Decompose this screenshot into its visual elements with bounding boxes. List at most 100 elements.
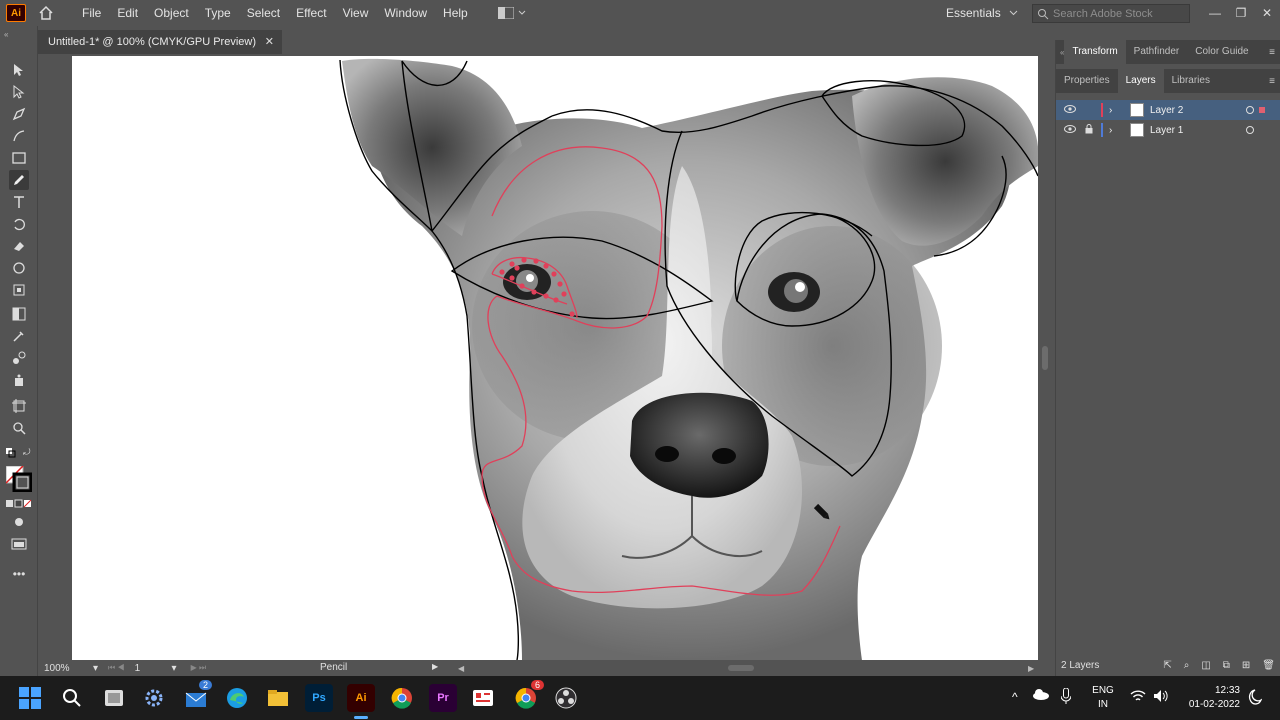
clipping-mask-icon[interactable]: ◫ — [1201, 660, 1210, 671]
pencil-tool-icon[interactable] — [9, 170, 29, 190]
menu-object[interactable]: Object — [146, 0, 197, 26]
locate-object-icon[interactable]: ⌕ — [1184, 660, 1190, 671]
file-explorer-icon[interactable] — [264, 684, 292, 712]
menu-help[interactable]: Help — [435, 0, 476, 26]
visibility-eye-icon[interactable] — [1064, 124, 1076, 136]
status-menu-arrow-icon[interactable]: ▶ — [432, 662, 438, 671]
default-fill-stroke-icon[interactable] — [6, 447, 16, 458]
eyedropper-tool-icon[interactable] — [9, 326, 29, 346]
microphone-icon[interactable] — [1060, 687, 1072, 707]
export-icon[interactable]: ⇱ — [1163, 660, 1171, 671]
vertical-scroll-thumb[interactable] — [1042, 346, 1048, 370]
rectangle-tool-icon[interactable] — [9, 148, 29, 168]
photoshop-app-icon[interactable]: Ps — [305, 684, 333, 712]
layer-name[interactable]: Layer 2 — [1150, 105, 1183, 116]
artboard-nav-icons[interactable]: ⏮ ◀ — [108, 663, 125, 673]
zoom-dropdown[interactable]: 100% ▾ — [44, 663, 98, 674]
symbol-sprayer-tool-icon[interactable] — [9, 370, 29, 390]
task-view-icon[interactable] — [100, 684, 128, 712]
curvature-tool-icon[interactable] — [9, 126, 29, 146]
wifi-icon[interactable] — [1130, 690, 1146, 705]
new-layer-icon[interactable]: ⊞ — [1242, 660, 1250, 671]
warp-tool-icon[interactable] — [9, 258, 29, 278]
document-tab[interactable]: Untitled-1* @ 100% (CMYK/GPU Preview) ✕ — [38, 30, 282, 54]
expand-layer-icon[interactable]: › — [1109, 105, 1112, 116]
menu-edit[interactable]: Edit — [109, 0, 146, 26]
horizontal-scrollbar[interactable]: ◀ ▶ — [458, 663, 1038, 673]
collapse-toolbar-icon[interactable]: « — [4, 30, 8, 39]
rotate-tool-icon[interactable] — [9, 214, 29, 234]
menu-view[interactable]: View — [335, 0, 377, 26]
new-sublayer-icon[interactable]: ⧉ — [1223, 660, 1230, 671]
menu-window[interactable]: Window — [376, 0, 435, 26]
windows-start-icon[interactable] — [16, 684, 44, 712]
premiere-app-icon[interactable]: Pr — [429, 684, 457, 712]
screen-mode-icon[interactable] — [9, 534, 29, 554]
panel-menu-icon[interactable]: ≡ — [1269, 47, 1275, 58]
blend-tool-icon[interactable] — [9, 348, 29, 368]
tab-layers[interactable]: Layers — [1117, 69, 1164, 93]
drawing-modes-icon[interactable] — [9, 512, 29, 532]
tab-transform[interactable]: Transform — [1064, 40, 1126, 64]
minimize-button[interactable]: — — [1202, 0, 1228, 26]
menu-select[interactable]: Select — [239, 0, 288, 26]
canvas-area[interactable] — [38, 56, 1050, 660]
gradient-tool-icon[interactable] — [9, 304, 29, 324]
illustrator-app-icon[interactable]: Ai — [347, 684, 375, 712]
zoom-tool-icon[interactable] — [9, 418, 29, 438]
menu-effect[interactable]: Effect — [288, 0, 334, 26]
direct-selection-tool-icon[interactable] — [9, 82, 29, 102]
layer-row[interactable]: › Layer 1 — [1056, 120, 1280, 140]
type-tool-icon[interactable] — [9, 192, 29, 212]
system-clock[interactable]: 12:33 01-02-2022 — [1182, 684, 1240, 712]
show-hidden-icons-icon[interactable]: ^ — [1012, 690, 1018, 704]
onedrive-icon[interactable] — [1032, 688, 1050, 703]
menu-file[interactable]: File — [74, 0, 109, 26]
vertical-scrollbar[interactable] — [1040, 56, 1050, 660]
home-icon[interactable] — [36, 3, 56, 23]
selection-tool-icon[interactable] — [9, 60, 29, 80]
tab-libraries[interactable]: Libraries — [1164, 69, 1218, 93]
tab-pathfinder[interactable]: Pathfinder — [1126, 40, 1188, 64]
eraser-tool-icon[interactable] — [9, 236, 29, 256]
layer-target-icon[interactable] — [1246, 126, 1254, 134]
input-language[interactable]: ENG IN — [1090, 684, 1116, 712]
layer-name[interactable]: Layer 1 — [1150, 125, 1183, 136]
stock-search[interactable] — [1032, 4, 1190, 23]
tab-color-guide[interactable]: Color Guide — [1187, 40, 1256, 64]
pen-tool-icon[interactable] — [9, 104, 29, 124]
volume-icon[interactable] — [1153, 689, 1169, 706]
restore-button[interactable]: ❐ — [1228, 0, 1254, 26]
chrome-browser-icon[interactable] — [388, 684, 416, 712]
panel-menu-icon[interactable]: ≡ — [1269, 76, 1275, 87]
arrange-documents-icon[interactable] — [497, 7, 526, 19]
search-icon[interactable] — [58, 684, 86, 712]
lock-icon[interactable] — [1085, 123, 1093, 137]
layer-row[interactable]: › Layer 2 — [1056, 100, 1280, 120]
mail-icon[interactable]: 2 — [182, 680, 212, 712]
artboard[interactable] — [72, 56, 1038, 660]
more-tools-icon[interactable]: ••• — [9, 564, 29, 584]
obs-app-icon[interactable] — [552, 684, 580, 712]
delete-layer-icon[interactable]: 🗑 — [1262, 660, 1275, 671]
free-transform-tool-icon[interactable] — [9, 280, 29, 300]
close-window-button[interactable]: ✕ — [1254, 0, 1280, 26]
fill-stroke-swatch[interactable] — [5, 465, 33, 493]
close-document-icon[interactable]: ✕ — [265, 35, 274, 48]
tab-properties[interactable]: Properties — [1056, 69, 1118, 93]
menu-type[interactable]: Type — [197, 0, 239, 26]
recorder-app-icon[interactable] — [469, 684, 497, 712]
artboard-tool-icon[interactable] — [9, 396, 29, 416]
color-mode-icons[interactable] — [6, 498, 32, 512]
expand-layer-icon[interactable]: › — [1109, 125, 1112, 136]
swap-fill-stroke-icon[interactable]: ⤾ — [23, 447, 33, 457]
layer-target-icon[interactable] — [1246, 106, 1254, 114]
settings-gear-icon[interactable] — [140, 684, 168, 712]
search-input[interactable] — [1053, 7, 1183, 20]
artboard-number-field[interactable]: 1 ▾ — [135, 663, 177, 674]
visibility-eye-icon[interactable] — [1064, 104, 1076, 116]
chrome-profile-icon[interactable]: 6 — [512, 680, 544, 712]
notifications-icon[interactable] — [1248, 689, 1263, 708]
artboard-nav-next-icons[interactable]: ▶ ⏭ — [191, 663, 207, 673]
workspace-switcher[interactable]: Essentials — [946, 0, 1018, 26]
